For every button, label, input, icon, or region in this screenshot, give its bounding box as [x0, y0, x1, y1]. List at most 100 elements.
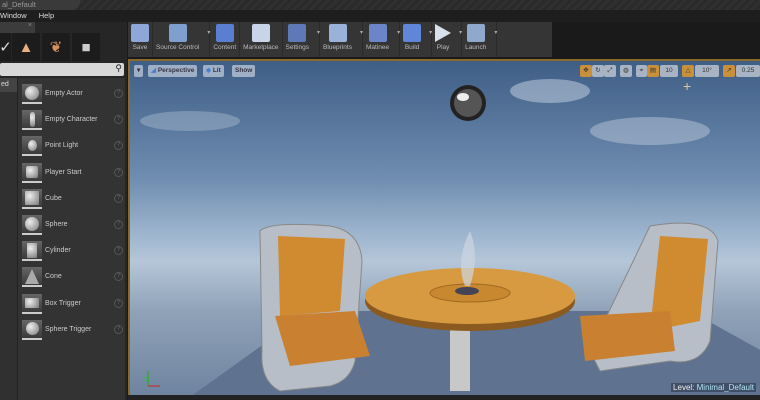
content-icon [215, 24, 234, 42]
empty-character-icon [22, 110, 42, 131]
scale-snap-value[interactable]: 0.25 [736, 65, 760, 77]
toolbar-blueprints-button[interactable]: Blueprints ▾ [320, 22, 363, 57]
geometry-mode-icon[interactable]: ■ [72, 33, 100, 61]
matinee-icon [368, 24, 387, 42]
title-bar: al_Default [0, 0, 760, 10]
search-input[interactable]: ⚲ [0, 63, 124, 76]
rotation-snap-value[interactable]: 10° [695, 65, 719, 77]
surface-snap-icon[interactable]: ⌖ [636, 65, 647, 77]
show-button[interactable]: Show [232, 65, 256, 77]
list-item[interactable]: Cylinder? [18, 239, 126, 265]
toolbar-content-button[interactable]: Content [210, 22, 241, 57]
help-icon[interactable]: ? [114, 324, 123, 334]
menu-window[interactable]: Window [0, 10, 27, 22]
help-icon[interactable]: ? [114, 220, 123, 229]
viewport-options-button[interactable]: ▾ [134, 65, 144, 77]
grid-snap-value[interactable]: 10 [660, 65, 678, 77]
lit-label: Lit [212, 67, 221, 74]
rotation-snap-icon[interactable]: △ [682, 65, 694, 77]
foliage-mode-icon[interactable]: ❦ [42, 33, 70, 61]
cylinder-icon [22, 241, 42, 262]
toolbar-build-button[interactable]: Build ▾ [400, 22, 433, 57]
placeable-list: Empty Actor? Empty Character? Point Light?… [17, 78, 125, 400]
translate-icon[interactable]: ✥ [580, 65, 592, 77]
toolbar-label: Source Control [156, 44, 200, 51]
help-icon[interactable]: ? [114, 115, 123, 125]
grid-snap-icon[interactable]: ▤ [647, 65, 659, 77]
main-toolbar: Save Source Control ▾ Content Marketplace Set… [128, 22, 552, 57]
cone-icon [22, 267, 42, 288]
help-icon[interactable]: ? [114, 298, 123, 308]
list-item-label: Sphere Trigger [45, 325, 92, 333]
toolbar-label: Matinee [365, 44, 390, 51]
cube-icon [22, 188, 42, 209]
list-item[interactable]: Empty Actor? [18, 82, 126, 108]
help-icon[interactable]: ? [114, 141, 123, 151]
scale-icon[interactable]: ⤢ [604, 65, 616, 77]
toolbar-source-control-button[interactable]: Source Control ▾ [153, 22, 211, 57]
toolbar-marketplace-button[interactable]: Marketplace [240, 22, 283, 57]
help-icon[interactable]: ? [114, 272, 123, 282]
menu-bar: Window Help [0, 10, 760, 22]
toolbar-label: Play [436, 44, 450, 51]
world-local-icon[interactable]: ◍ [620, 65, 632, 77]
viewport-bottom-border [128, 395, 760, 400]
toolbar-label: Marketplace [243, 44, 279, 51]
toolbar-matinee-button[interactable]: Matinee ▾ [363, 22, 401, 57]
help-icon[interactable]: ? [114, 167, 123, 177]
scene-render: + z [140, 78, 760, 395]
toolbar-launch-button[interactable]: Launch ▾ [462, 22, 498, 57]
list-item[interactable]: Empty Character? [18, 108, 126, 134]
level-indicator: Level: Minimal_Default [671, 383, 756, 392]
list-item[interactable]: Point Light? [18, 134, 126, 160]
list-item-label: Cube [45, 194, 62, 202]
save-icon [131, 24, 149, 42]
blueprints-icon [328, 24, 347, 42]
list-item-label: Empty Actor [45, 90, 83, 97]
help-icon[interactable]: ? [114, 89, 123, 98]
toolbar-label: Launch [465, 44, 487, 51]
rotate-icon[interactable]: ↻ [592, 65, 604, 77]
help-icon[interactable]: ? [114, 193, 123, 203]
list-item-label: Cylinder [45, 247, 71, 255]
level-label: Level: [673, 383, 695, 392]
show-label: Show [235, 67, 253, 74]
list-item[interactable]: Cube? [18, 187, 126, 213]
toolbar-label: Settings [285, 44, 310, 51]
launch-icon [466, 24, 485, 42]
toolbar-label: Save [132, 44, 148, 51]
svg-text:z: z [144, 376, 148, 383]
svg-text:+: + [683, 78, 691, 94]
level-name: Minimal_Default [696, 383, 754, 392]
scale-snap-icon[interactable]: ↗ [723, 65, 735, 77]
list-item[interactable]: Cone? [18, 265, 126, 291]
category-selected[interactable]: ed [0, 78, 17, 92]
lit-button[interactable]: ◆ Lit [203, 65, 224, 77]
toolbar-play-button[interactable]: Play ▾ [432, 22, 463, 57]
list-item[interactable]: Box Trigger? [18, 292, 126, 318]
perspective-button[interactable]: ◢ Perspective [148, 65, 198, 77]
list-item-label: Box Trigger [45, 299, 81, 307]
list-item-label: Empty Character [45, 116, 98, 124]
toolbar-save-button[interactable]: Save [128, 22, 153, 57]
window-tab[interactable]: al_Default [0, 0, 80, 10]
list-item[interactable]: Sphere Trigger? [18, 318, 126, 344]
modes-panel: × ✓ ▲ ❦ ■ ⚲ ed Empty Actor? Empty Charact… [0, 22, 127, 400]
play-icon [435, 24, 452, 42]
list-item[interactable]: Player Start? [18, 161, 126, 187]
landscape-mode-icon[interactable]: ▲ [12, 33, 40, 61]
player-start-icon [22, 162, 42, 183]
search-icon: ⚲ [115, 63, 122, 73]
dropdown-arrow-icon[interactable]: ▾ [494, 29, 497, 36]
help-icon[interactable]: ? [114, 246, 123, 256]
paint-mode-icon[interactable]: ✓ [0, 33, 12, 61]
menu-help[interactable]: Help [39, 10, 54, 22]
list-item[interactable]: Sphere? [18, 213, 126, 239]
list-item-label: Cone [45, 273, 62, 281]
level-viewport[interactable]: + z ▾ ◢ Perspective ◆ Lit Show ✥ ↻ ⤢ ◍ ⌖… [128, 59, 760, 395]
modes-tab-close[interactable]: × [0, 22, 35, 33]
sphere-icon [22, 215, 42, 235]
perspective-label: Perspective [157, 67, 195, 74]
settings-icon [288, 24, 307, 42]
toolbar-settings-button[interactable]: Settings ▾ [283, 22, 321, 57]
